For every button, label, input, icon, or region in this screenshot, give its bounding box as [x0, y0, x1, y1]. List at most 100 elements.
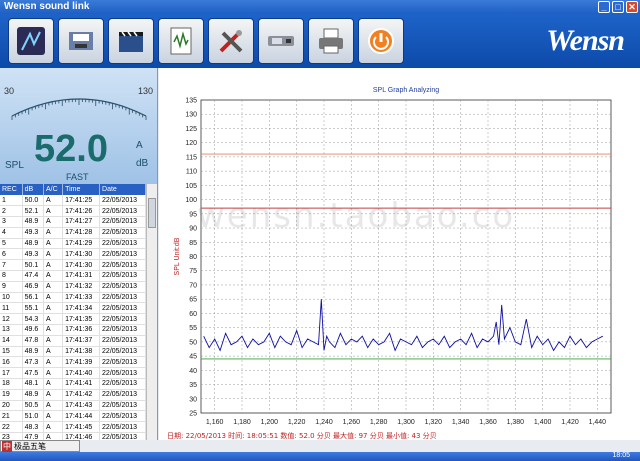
table-cell: 17:41:41 [62, 378, 101, 390]
y-tick-label: 130 [185, 112, 197, 119]
table-cell: A [43, 292, 64, 304]
brand-logo: Wensn [546, 24, 625, 57]
table-header-row: REC dB A/C Time Date [0, 184, 146, 195]
spl-value: 52.0 [34, 128, 108, 170]
y-tick-label: 60 [189, 311, 197, 318]
table-row[interactable]: 23 47.9 A 17:41:46 22/05/2013 [0, 432, 146, 440]
table-cell: 17:41:26 [62, 205, 101, 218]
table-cell: A [43, 313, 64, 326]
table-row[interactable]: 7 50.1 A 17:41:30 22/05/2013 [0, 259, 146, 272]
print-tool-button[interactable] [308, 18, 354, 64]
table-cell: 56.1 [22, 292, 44, 304]
table-row[interactable]: 15 48.9 A 17:41:38 22/05/2013 [0, 346, 146, 358]
table-row[interactable]: 19 48.9 A 17:41:42 22/05/2013 [0, 389, 146, 401]
scrollbar-thumb[interactable] [148, 198, 156, 228]
table-cell: 47.4 [22, 270, 44, 282]
table-cell: 17:41:44 [62, 410, 101, 423]
exit-tool-button[interactable] [358, 18, 404, 64]
y-tick-label: 40 [189, 368, 197, 375]
table-cell: 17:41:45 [62, 421, 101, 434]
table-cell: 23 [0, 432, 23, 440]
table-row[interactable]: 12 54.3 A 17:41:35 22/05/2013 [0, 313, 146, 326]
table-row[interactable]: 16 47.3 A 17:41:39 22/05/2013 [0, 356, 146, 369]
ime-bar[interactable]: 中 极品五笔 [0, 440, 80, 452]
x-tick-label: 1,160 [206, 419, 224, 426]
table-scrollbar[interactable] [146, 184, 157, 440]
table-row[interactable]: 6 49.3 A 17:41:30 22/05/2013 [0, 248, 146, 261]
close-button[interactable]: ✕ [626, 1, 638, 13]
column-header[interactable]: dB [22, 184, 44, 195]
table-cell: 22/05/2013 [99, 346, 146, 358]
table-row[interactable]: 11 55.1 A 17:41:34 22/05/2013 [0, 302, 146, 315]
table-row[interactable]: 21 51.0 A 17:41:44 22/05/2013 [0, 410, 146, 423]
table-cell: A [43, 248, 64, 261]
record-tool-button[interactable] [108, 18, 154, 64]
y-tick-label: 110 [186, 169, 197, 176]
toolbar: Wensn [0, 14, 640, 68]
chart-footer: 日期: 22/05/2013 时间: 18:05:51 数值: 52.0 分贝 … [167, 431, 437, 440]
table-cell: A [43, 216, 64, 228]
device-tool-button[interactable] [258, 18, 304, 64]
table-row[interactable]: 9 46.9 A 17:41:32 22/05/2013 [0, 281, 146, 293]
x-tick-label: 1,260 [343, 419, 361, 426]
chart-title: SPL Graph Analyzing [373, 87, 439, 94]
table-cell: 17:41:25 [62, 195, 101, 207]
table-cell: 22/05/2013 [99, 400, 146, 412]
y-tick-label: 105 [185, 183, 197, 190]
table-row[interactable]: 4 49.3 A 17:41:28 22/05/2013 [0, 227, 146, 239]
table-row[interactable]: 18 48.1 A 17:41:41 22/05/2013 [0, 378, 146, 390]
table-cell: 22/05/2013 [99, 421, 146, 434]
table-row[interactable]: 3 48.9 A 17:41:27 22/05/2013 [0, 216, 146, 228]
table-cell: A [43, 238, 64, 250]
table-cell: 3 [0, 216, 23, 228]
table-cell: 16 [0, 356, 23, 369]
ime-mode-icon[interactable]: 中 [2, 440, 12, 452]
save-tool-button[interactable] [58, 18, 104, 64]
y-tick-label: 65 [189, 297, 197, 304]
table-cell: 22/05/2013 [99, 259, 146, 272]
y-tick-label: 100 [185, 197, 197, 204]
table-row[interactable]: 14 47.8 A 17:41:37 22/05/2013 [0, 335, 146, 347]
minimize-button[interactable]: _ [598, 1, 610, 13]
x-tick-label: 1,360 [479, 419, 497, 426]
y-tick-label: 115 [186, 154, 197, 161]
table-cell: 48.1 [22, 378, 44, 390]
table-cell: 21 [0, 410, 23, 423]
table-row[interactable]: 17 47.5 A 17:41:40 22/05/2013 [0, 367, 146, 380]
table-row[interactable]: 22 48.3 A 17:41:45 22/05/2013 [0, 421, 146, 434]
column-header[interactable]: REC [0, 184, 23, 195]
table-cell: A [43, 205, 64, 218]
column-header[interactable]: A/C [43, 184, 64, 195]
y-tick-label: 30 [189, 396, 197, 403]
table-row[interactable]: 5 48.9 A 17:41:29 22/05/2013 [0, 238, 146, 250]
settings-tool-button[interactable] [208, 18, 254, 64]
table-cell: A [43, 389, 64, 401]
device-icon [268, 36, 294, 46]
table-cell: 10 [0, 292, 23, 304]
table-cell: 17:41:27 [62, 216, 101, 228]
table-row[interactable]: 20 50.5 A 17:41:43 22/05/2013 [0, 400, 146, 412]
table-cell: 22/05/2013 [99, 205, 146, 218]
column-header[interactable]: Date [99, 184, 146, 195]
table-cell: A [43, 410, 64, 423]
maximize-button[interactable]: □ [612, 1, 624, 13]
report-tool-button[interactable] [158, 18, 204, 64]
x-tick-label: 1,240 [315, 419, 333, 426]
measure-tool-button[interactable] [8, 18, 54, 64]
table-cell: 7 [0, 259, 23, 272]
table-cell: 50.0 [22, 195, 44, 207]
table-row[interactable]: 13 49.6 A 17:41:36 22/05/2013 [0, 324, 146, 336]
record-table[interactable]: REC dB A/C Time Date 1 50.0 A 17:41:25 22/05/201… [0, 184, 158, 440]
table-row[interactable]: 8 47.4 A 17:41:31 22/05/2013 [0, 270, 146, 282]
table-cell: A [43, 259, 64, 272]
table-cell: 49.3 [22, 248, 44, 261]
table-row[interactable]: 2 52.1 A 17:41:26 22/05/2013 [0, 205, 146, 218]
table-cell: 47.9 [22, 432, 44, 440]
table-row[interactable]: 1 50.0 A 17:41:25 22/05/2013 [0, 195, 146, 207]
column-header[interactable]: Time [62, 184, 101, 195]
table-cell: 22/05/2013 [99, 227, 146, 239]
spl-label: SPL [5, 160, 24, 171]
table-cell: 20 [0, 400, 23, 412]
table-row[interactable]: 10 56.1 A 17:41:33 22/05/2013 [0, 292, 146, 304]
table-cell: A [43, 270, 64, 282]
